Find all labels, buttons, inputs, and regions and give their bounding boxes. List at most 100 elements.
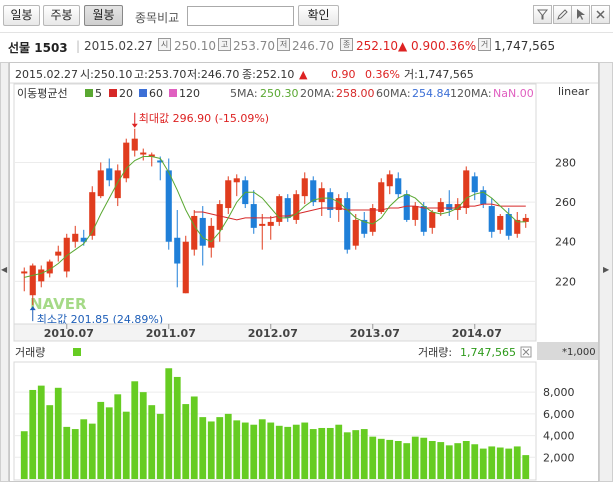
compare-label: 종목비교 [135,11,180,25]
candle-body [488,206,495,232]
low-value: 246.70 [292,39,334,53]
volume-bar [275,425,283,479]
tab-monthly[interactable]: 월봉 [84,5,123,26]
candle-body [395,178,402,195]
x-tick-label: 2012.07 [248,327,298,340]
pencil-icon[interactable] [553,5,572,24]
volume-bar [360,429,368,479]
ma-legend: 이동평균선 5 20 60 120 5MA: 250.30 20MA: 258.… [17,87,534,100]
change-pct: 0.36% [438,39,477,53]
ma-legend-title: 이동평균선 [17,87,68,100]
price-y-tick-label: 240 [555,236,576,249]
volume-bar [471,444,479,479]
volume-bar [233,420,241,479]
volume-bar [190,396,198,479]
x-tick-label: 2014.07 [452,327,502,340]
volume-bar [54,387,62,479]
candle-body [437,202,444,212]
candle-body [38,269,45,282]
candle-body [199,217,206,246]
volume-bar [488,446,496,479]
volume-label: 거래량: [418,346,452,359]
ma20-swatch [109,89,117,97]
volume-bar [139,392,147,479]
price-y-tick-label: 280 [555,156,576,169]
candle-body [522,217,529,222]
quote-date: 2015.02.27 [84,39,153,53]
volume-bar [428,441,436,479]
volume-bar [156,413,164,479]
volume-bar [437,442,445,479]
volume-bar [420,437,428,479]
candle-body [72,233,79,242]
close-icon[interactable] [591,5,610,24]
ma60-swatch [139,89,147,97]
ma120-value-label: 120MA: [450,87,492,100]
ma20-value: 258.00 [336,87,375,100]
info-change: 0.90 [331,68,356,81]
price-y-axis: 220 240 260 280 [555,156,576,288]
candle-body [97,170,104,197]
ma120-swatch [169,89,177,97]
open-icon: 시 [158,38,171,51]
quote-bar: 선물 1503 | 2015.02.27 시 250.10 고 253.70 저… [0,32,613,56]
volume-bar [267,422,275,479]
ma5-legend: 5 [95,87,102,100]
confirm-button[interactable]: 확인 [298,5,339,26]
volume-bar [37,385,45,479]
tab-weekly[interactable]: 주봉 [43,5,80,26]
ma5-swatch [85,89,93,97]
info-low: 저:246.70 [187,68,239,81]
volume-bar [114,394,122,479]
ma60-value: 254.84 [412,87,451,100]
left-scroll-strip[interactable]: ◀ [0,62,9,482]
volume-bar [97,401,105,479]
volume-swatch [73,348,81,356]
candle-body [123,142,130,179]
candle-body [293,194,300,220]
candle-body [369,208,376,232]
scroll-left-icon[interactable]: ◀ [1,265,7,274]
volume-bar [377,438,385,479]
volume-y-tick-label: 4,000 [543,430,575,443]
candle-body [208,225,215,248]
volume-bar [46,405,54,479]
volume-bar [335,424,343,479]
info-arrow: ▲ [299,68,308,81]
tab-daily[interactable]: 일봉 [3,5,40,26]
volume-icon: 거 [478,38,491,51]
price-y-tick-label: 220 [555,275,576,288]
low-icon: 저 [277,38,290,51]
volume-bars [20,368,530,479]
chart-panel: 2015.02.27 시:250.10 고:253.70 저:246.70 종:… [9,62,599,482]
scroll-right-icon[interactable]: ▶ [603,265,609,274]
volume-bar [292,424,300,479]
x-tick-label: 2010.07 [44,327,94,340]
candle-body [131,138,138,151]
pointer-icon[interactable] [571,5,590,24]
candle-body [55,251,62,256]
candle-body [463,170,470,209]
ma5-value-label: 5MA: [230,87,258,100]
volume-bar [80,419,88,479]
compare-input[interactable] [187,6,294,26]
volume-bar [131,381,139,479]
volume-bar [241,422,249,479]
filter-icon[interactable] [533,5,552,24]
max-arrow-icon [131,123,138,128]
high-value: 253.70 [233,39,275,53]
candle-body [310,180,317,203]
candle-body [250,204,257,228]
volume-value: 1,747,565 [494,39,556,53]
volume-bar [403,443,411,479]
volume-bar [445,445,453,479]
volume-bar [216,417,224,479]
scale-type-label[interactable]: linear [558,85,590,98]
volume-bar [224,413,232,479]
candle-body [259,223,266,226]
volume-current-value: 1,747,565 [460,346,516,359]
candle-body [106,168,113,181]
candle-body [233,178,240,183]
volume-scale-label: *1,000 [562,347,596,358]
right-scroll-strip[interactable]: ▶ [599,62,613,482]
